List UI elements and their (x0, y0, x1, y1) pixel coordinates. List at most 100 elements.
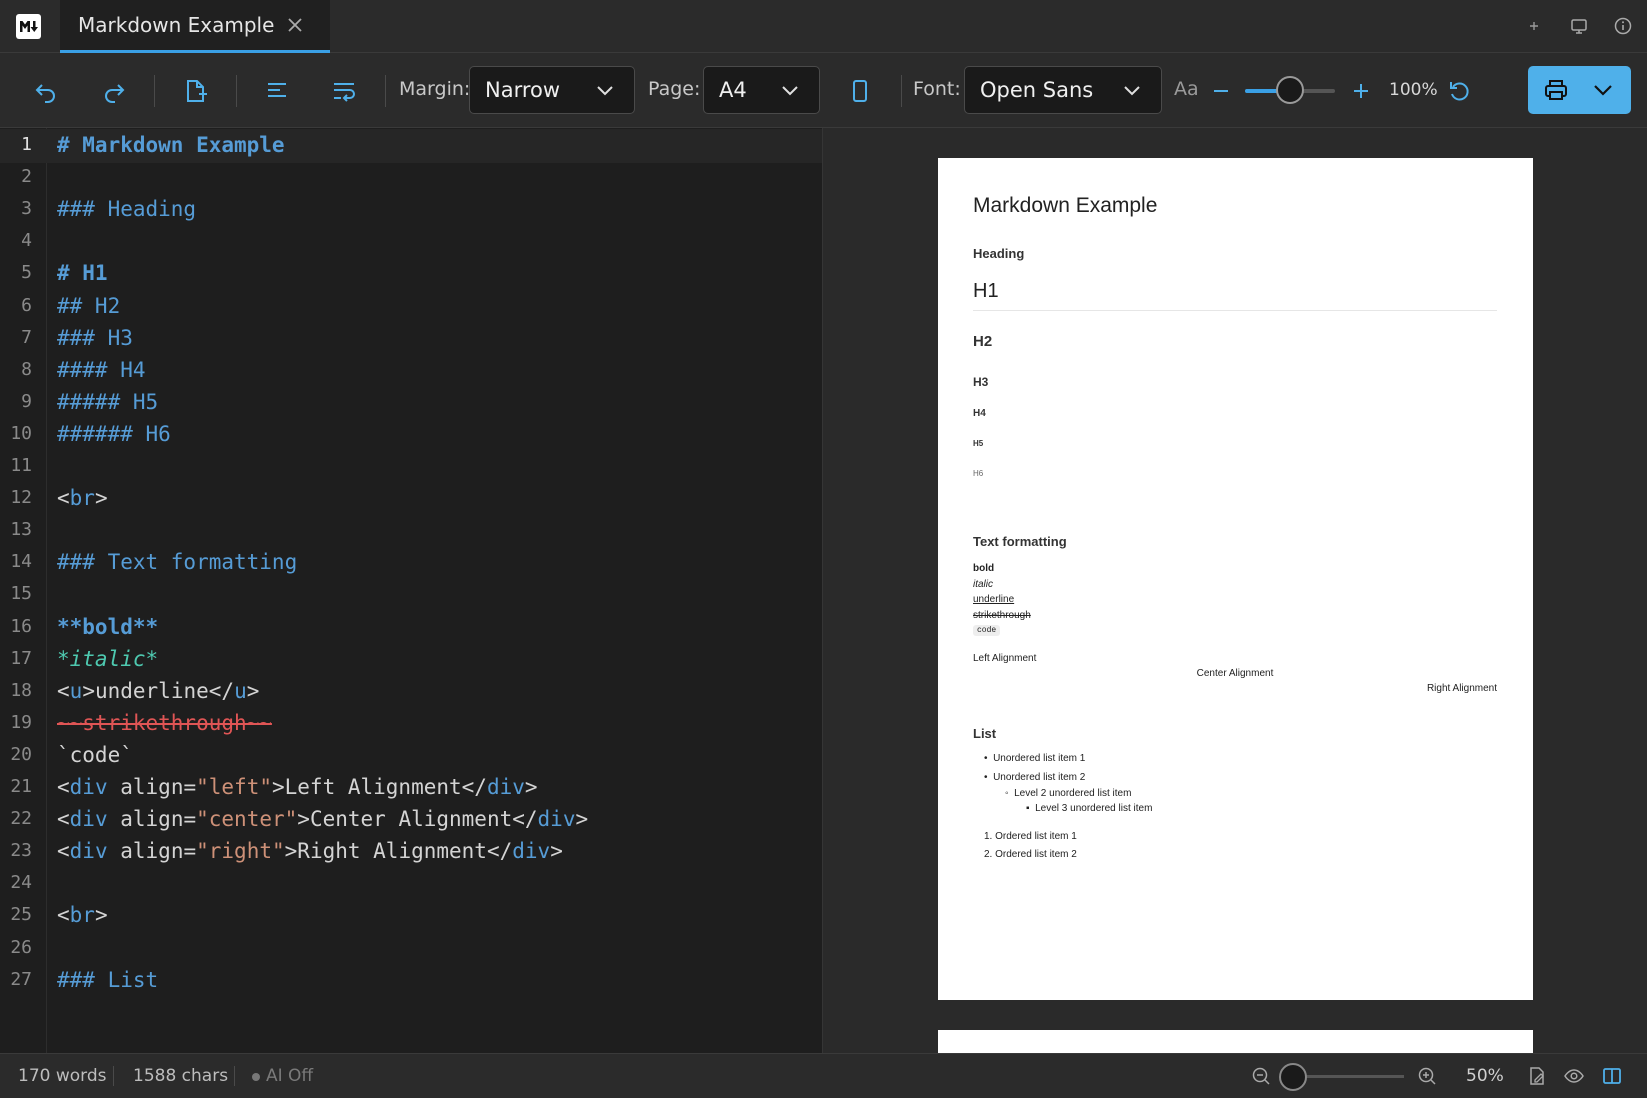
preview-strikethrough: strikethrough (973, 610, 1031, 621)
zoom-in-icon[interactable] (1416, 1065, 1438, 1087)
markdown-editor[interactable]: 1 # Markdown Example 2 3 ### Heading 4 5 # H1 6 #… (0, 128, 823, 1053)
preview-italic: italic (973, 579, 994, 590)
preview-pane: Markdown Example Heading H1 H2 H3 H4 H5 … (823, 128, 1647, 1053)
editor-line-text: <br> (57, 903, 108, 928)
editor-line[interactable]: 26 (0, 932, 822, 966)
font-size-slider-thumb[interactable] (1276, 76, 1304, 104)
editor-line[interactable]: 1 # Markdown Example (0, 129, 822, 163)
editor-line[interactable]: 13 (0, 514, 822, 548)
preview-page-2 (938, 1030, 1533, 1053)
line-number: 4 (21, 230, 32, 252)
editor-line[interactable]: 5 # H1 (0, 257, 822, 291)
ai-status[interactable]: AI Off (266, 1066, 313, 1086)
tab-markdown-example[interactable]: Markdown Example (60, 0, 330, 53)
editor-line[interactable]: 25 <br> (0, 899, 822, 933)
editor-line[interactable]: 10 ###### H6 (0, 418, 822, 452)
editor-line[interactable]: 18 <u>underline</u> (0, 675, 822, 709)
word-wrap-icon[interactable] (330, 77, 358, 105)
editor-line[interactable]: 11 (0, 450, 822, 484)
preview-h6: H6 (973, 469, 984, 478)
chevron-down-icon (1121, 79, 1143, 101)
line-number: 17 (10, 647, 32, 669)
line-number: 9 (21, 390, 32, 412)
editor-line-text: **bold** (57, 614, 159, 639)
editor-line[interactable]: 16 **bold** (0, 611, 822, 645)
editor-line[interactable]: 17 *italic* (0, 643, 822, 677)
editor-line[interactable]: 2 (0, 161, 822, 195)
editor-line-text: # Markdown Example (57, 133, 285, 157)
editor-line[interactable]: 21 <div align="left">Left Alignment</div> (0, 771, 822, 805)
page-size-select[interactable]: A4 (703, 66, 820, 114)
editor-line[interactable]: 15 (0, 578, 822, 612)
margin-value: Narrow (485, 78, 561, 102)
monitor-icon[interactable] (1568, 15, 1590, 37)
zoom-level: 50% (1466, 1066, 1504, 1086)
chevron-down-icon[interactable] (1591, 78, 1615, 102)
editor-line[interactable]: 27 ### List (0, 964, 822, 998)
margin-label: Margin: (399, 78, 471, 100)
margin-select[interactable]: Narrow (469, 66, 635, 114)
editor-line[interactable]: 20 `code` (0, 739, 822, 773)
print-button[interactable] (1528, 66, 1631, 114)
eye-icon[interactable] (1563, 1065, 1585, 1087)
list-item-text: Level 2 unordered list item (1014, 788, 1132, 799)
zoom-slider-thumb[interactable] (1279, 1063, 1307, 1091)
line-number: 18 (10, 679, 32, 701)
editor-line[interactable]: 14 ### Text formatting (0, 546, 822, 580)
font-select[interactable]: Open Sans (964, 66, 1162, 114)
line-number: 8 (21, 358, 32, 380)
editor-line[interactable]: 19 ~~strikethrough~~ (0, 707, 822, 741)
preview-h1: H1 (973, 280, 999, 302)
line-number: 23 (10, 840, 32, 862)
editor-line[interactable]: 23 <div align="right">Right Alignment</di… (0, 835, 822, 869)
zoom-out-icon[interactable] (1250, 1065, 1272, 1087)
list-item-text: Level 3 unordered list item (1035, 803, 1153, 814)
file-edit-icon[interactable] (1526, 1065, 1548, 1087)
font-size-slider[interactable] (1245, 76, 1335, 104)
editor-line[interactable]: 8 #### H4 (0, 354, 822, 388)
title-bar: Markdown Example (0, 0, 1647, 53)
editor-line-text: *italic* (57, 646, 159, 671)
reset-icon[interactable] (1445, 77, 1473, 105)
info-icon[interactable] (1612, 15, 1634, 37)
line-number: 14 (10, 551, 32, 573)
align-left-icon[interactable] (263, 77, 291, 105)
status-divider (234, 1066, 235, 1086)
close-icon[interactable] (284, 14, 306, 36)
new-tab-icon[interactable] (1523, 15, 1545, 37)
editor-line[interactable]: 12 <br> (0, 482, 822, 516)
editor-line-text: <div align="left">Left Alignment</div> (57, 775, 538, 799)
minus-icon[interactable] (1207, 77, 1235, 105)
list-item-text: Unordered list item 2 (993, 772, 1086, 783)
font-label: Font: (913, 78, 961, 100)
split-view-icon[interactable] (1601, 1065, 1623, 1087)
undo-icon[interactable] (32, 77, 60, 105)
editor-line[interactable]: 7 ### H3 (0, 322, 822, 356)
line-number: 15 (10, 583, 32, 605)
editor-line-text: ### Text formatting (57, 550, 298, 575)
plus-icon[interactable] (1347, 77, 1375, 105)
preview-h5: H5 (973, 439, 984, 448)
line-number: 2 (21, 166, 32, 188)
page-label: Page: (648, 78, 701, 100)
editor-line[interactable]: 6 ## H2 (0, 290, 822, 324)
editor-line[interactable]: 4 (0, 225, 822, 259)
editor-line-text: # H1 (57, 261, 108, 286)
portrait-orientation-icon[interactable] (846, 77, 874, 105)
new-file-icon[interactable] (181, 77, 209, 105)
toolbar-divider (901, 75, 902, 107)
editor-line-text: <div align="center">Center Alignment</di… (57, 807, 589, 832)
editor-line[interactable]: 9 ##### H5 (0, 386, 822, 420)
editor-line[interactable]: 24 (0, 867, 822, 901)
list-item-text: Unordered list item 1 (993, 753, 1086, 764)
editor-line-text: ## H2 (57, 293, 121, 318)
line-number: 6 (21, 294, 32, 316)
line-number: 20 (10, 743, 32, 765)
markdown-logo-icon (16, 14, 41, 39)
preview-left-alignment: Left Alignment (973, 653, 1037, 664)
word-count: 170 words (18, 1066, 107, 1086)
redo-icon[interactable] (100, 77, 128, 105)
editor-line[interactable]: 22 <div align="center">Center Alignment</… (0, 803, 822, 837)
editor-line[interactable]: 3 ### Heading (0, 193, 822, 227)
tab-title: Markdown Example (78, 13, 275, 37)
